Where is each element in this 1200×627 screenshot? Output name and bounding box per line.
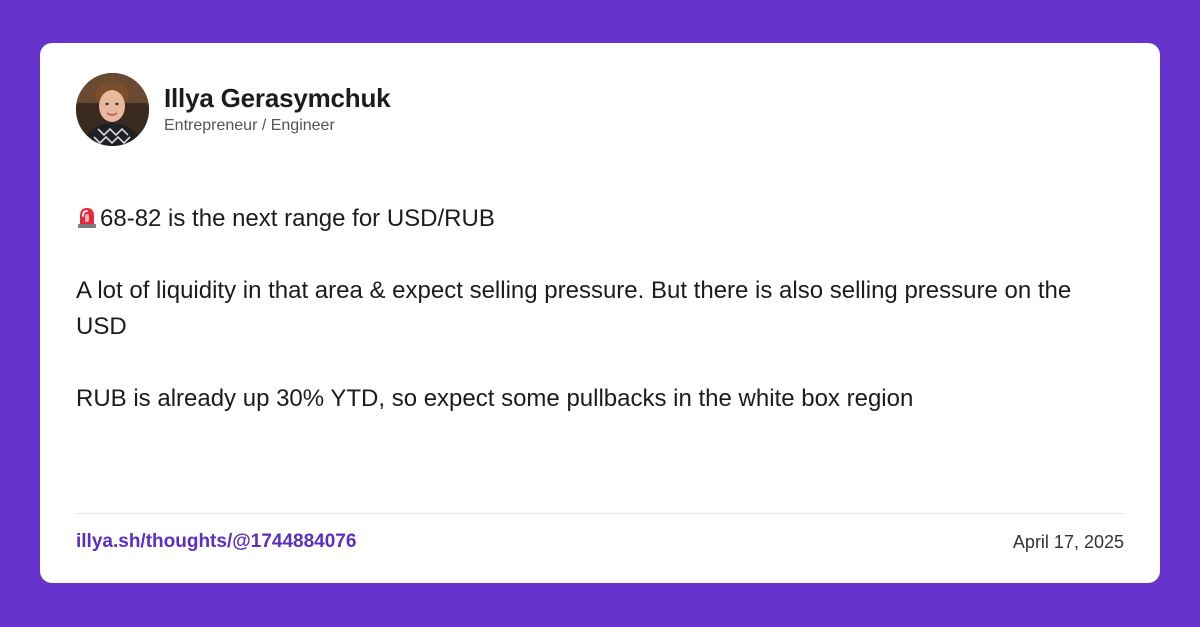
- author-avatar[interactable]: [76, 73, 149, 146]
- author-role: Entrepreneur / Engineer: [164, 117, 335, 134]
- post-paragraph-1: 68-82 is the next range for USD/RUB: [76, 201, 1076, 237]
- post-paragraph-2: A lot of liquidity in that area & expect…: [76, 277, 1072, 340]
- post-body: 68-82 is the next range for USD/RUB A lo…: [76, 201, 1076, 417]
- post-paragraph-1-text: 68-82 is the next range for USD/RUB: [100, 205, 495, 232]
- footer-divider: [76, 513, 1124, 514]
- rotating-light-icon: [76, 204, 98, 228]
- author-header: Illya Gerasymchuk Entrepreneur / Enginee…: [76, 73, 391, 146]
- author-name[interactable]: Illya Gerasymchuk: [164, 83, 391, 113]
- avatar-photo-icon: [76, 73, 149, 146]
- post-paragraph-3: RUB is already up 30% YTD, so expect som…: [76, 385, 914, 412]
- author-identity: Illya Gerasymchuk Entrepreneur / Enginee…: [164, 83, 391, 136]
- post-permalink[interactable]: illya.sh/thoughts/@1744884076: [76, 530, 356, 554]
- post-card: Illya Gerasymchuk Entrepreneur / Enginee…: [40, 43, 1160, 583]
- post-date: April 17, 2025: [1012, 532, 1124, 552]
